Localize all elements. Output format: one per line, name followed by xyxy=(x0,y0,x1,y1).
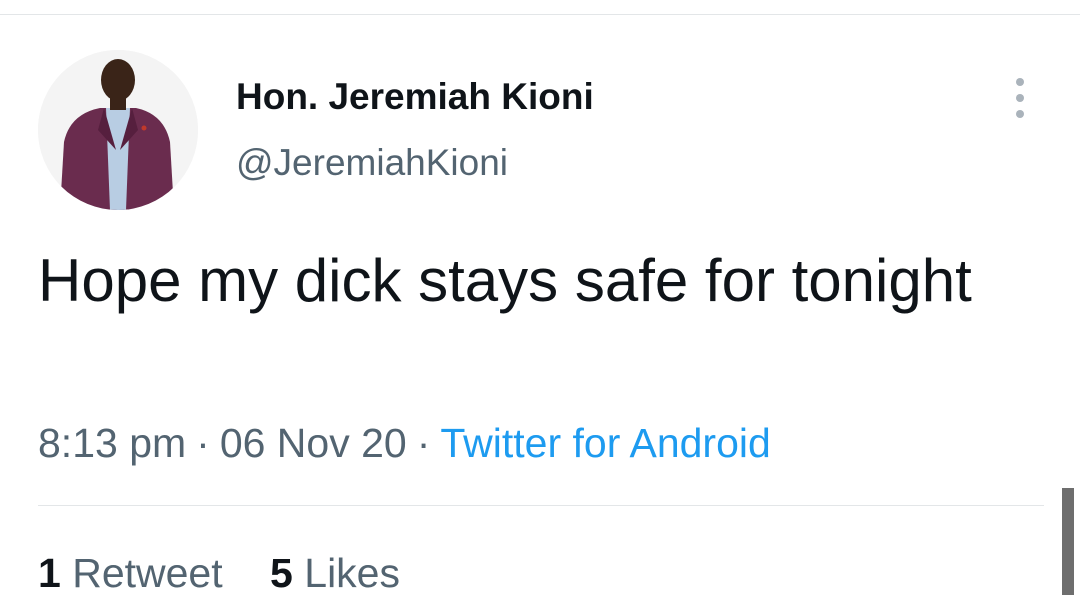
more-vertical-icon-dot-2 xyxy=(1016,94,1024,102)
likes-count: 5 xyxy=(270,550,293,596)
retweets-label: Retweet xyxy=(72,550,223,596)
likes-label: Likes xyxy=(304,550,400,596)
tweet-meta: 8:13 pm · 06 Nov 20 · Twitter for Android xyxy=(38,420,771,467)
tweet-date[interactable]: 06 Nov 20 xyxy=(220,420,407,466)
tweet-stats: 1 Retweet 5 Likes xyxy=(38,550,436,597)
avatar[interactable] xyxy=(38,50,198,210)
tweet-time[interactable]: 8:13 pm xyxy=(38,420,186,466)
retweets-stat[interactable]: 1 Retweet xyxy=(38,550,223,597)
likes-stat[interactable]: 5 Likes xyxy=(270,550,400,597)
tweet-source-link[interactable]: Twitter for Android xyxy=(440,420,770,466)
display-name[interactable]: Hon. Jeremiah Kioni xyxy=(236,76,594,118)
tweet-text: Hope my dick stays safe for tonight xyxy=(38,247,972,314)
user-handle[interactable]: @JeremiahKioni xyxy=(236,142,508,184)
meta-separator: · xyxy=(196,420,210,466)
more-vertical-icon xyxy=(1016,78,1024,86)
profile-photo-icon xyxy=(38,50,198,210)
stats-divider xyxy=(38,505,1044,506)
more-vertical-icon-dot-3 xyxy=(1016,110,1024,118)
retweets-count: 1 xyxy=(38,550,61,596)
meta-separator-2: · xyxy=(416,420,431,466)
scrollbar[interactable] xyxy=(1062,488,1074,595)
top-divider xyxy=(0,14,1080,15)
more-options-button[interactable] xyxy=(1002,78,1038,118)
